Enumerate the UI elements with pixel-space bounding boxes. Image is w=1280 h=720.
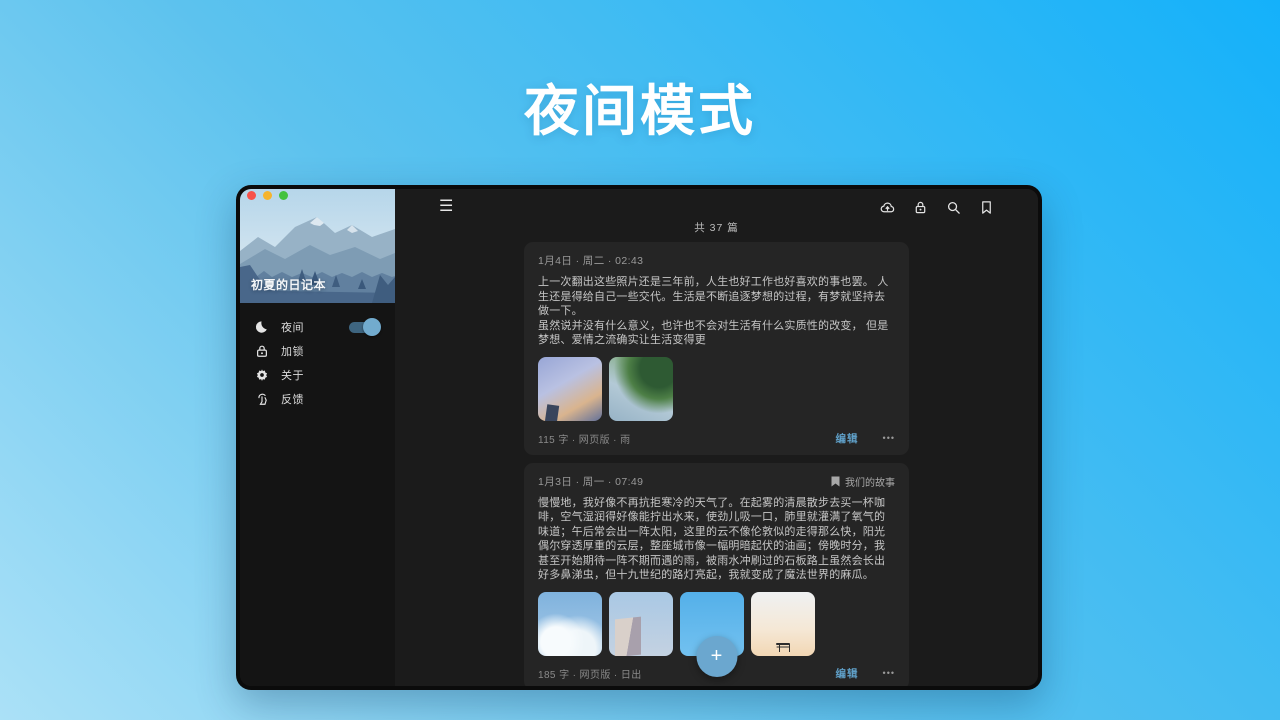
bookmark-tag-icon [831,476,840,487]
more-options-icon[interactable]: ••• [883,668,895,678]
toggle-knob [363,318,381,336]
gear-icon [254,367,270,383]
entry-header: 1月3日 · 周一 · 07:49 我们的故事 [538,474,895,489]
entry-header: 1月4日 · 周二 · 02:43 [538,253,895,268]
photo-thumbnail[interactable] [609,592,673,656]
sidebar: 初夏的日记本 夜间 加锁 [240,189,395,686]
cloud-upload-icon[interactable] [880,200,895,215]
night-mode-toggle[interactable] [347,317,381,337]
search-icon[interactable] [946,200,961,215]
diary-title: 初夏的日记本 [251,276,326,293]
entry-footer: 115 字 · 网页版 · 雨 编辑 ••• [538,431,895,446]
close-window-button[interactable] [247,191,256,200]
lock-icon [254,343,270,359]
sidebar-item-lock[interactable]: 加锁 [240,339,395,363]
lock-icon[interactable] [913,200,928,215]
entry-tag-label: 我们的故事 [845,474,895,489]
app-window-content: 初夏的日记本 夜间 加锁 [240,189,1038,686]
feedback-icon [254,391,270,407]
diary-feed: 1月4日 · 周二 · 02:43 上一次翻出这些照片还是三年前，人生也好工作也… [395,242,1038,686]
sidebar-menu: 夜间 加锁 关于 [240,303,395,411]
maximize-window-button[interactable] [279,191,288,200]
app-window: 初夏的日记本 夜间 加锁 [236,185,1042,690]
sidebar-item-label: 反馈 [281,391,304,407]
entry-text: 慢慢地，我好像不再抗拒寒冷的天气了。在起雾的清晨散步去买一杯咖啡，空气湿润得好像… [538,496,895,583]
entry-text: 虽然说并没有什么意义，也许也不会对生活有什么实质性的改变， 但是梦想、爱情之流确… [538,319,895,348]
edit-button[interactable]: 编辑 [836,666,859,681]
sidebar-item-label: 加锁 [281,343,304,359]
sidebar-item-label: 关于 [281,367,304,383]
main-content: ☰ 共 37 篇 [395,189,1038,686]
entry-meta: 185 字 · 网页版 · 日出 [538,666,642,681]
entry-tag[interactable]: 我们的故事 [831,474,895,489]
sidebar-item-label: 夜间 [281,319,304,335]
photo-thumbnail[interactable] [609,357,673,421]
moon-icon [254,319,270,335]
edit-button[interactable]: 编辑 [836,431,859,446]
more-options-icon[interactable]: ••• [883,433,895,443]
sidebar-item-feedback[interactable]: 反馈 [240,387,395,411]
add-entry-button[interactable]: + [696,636,737,677]
topbar-actions [880,200,994,215]
entry-date: 1月3日 · 周一 · 07:49 [538,474,643,489]
sidebar-item-about[interactable]: 关于 [240,363,395,387]
minimize-window-button[interactable] [263,191,272,200]
entry-count: 共 37 篇 [395,220,1038,235]
page-title: 夜间模式 [0,66,1280,146]
menu-icon[interactable]: ☰ [439,199,453,215]
diary-entry-card[interactable]: 1月4日 · 周二 · 02:43 上一次翻出这些照片还是三年前，人生也好工作也… [524,242,909,455]
photo-thumbnail[interactable] [538,592,602,656]
entry-meta: 115 字 · 网页版 · 雨 [538,431,631,446]
sidebar-header-image: 初夏的日记本 [240,189,395,303]
photo-thumbnail[interactable] [538,357,602,421]
window-controls [247,191,288,200]
bookmark-icon[interactable] [979,200,994,215]
sidebar-item-night-mode[interactable]: 夜间 [240,315,395,339]
entry-text: 上一次翻出这些照片还是三年前，人生也好工作也好喜欢的事也罢。 人生还是得给自己一… [538,275,895,319]
photo-thumbnail[interactable] [751,592,815,656]
entry-date: 1月4日 · 周二 · 02:43 [538,253,643,268]
photo-row [538,357,895,421]
